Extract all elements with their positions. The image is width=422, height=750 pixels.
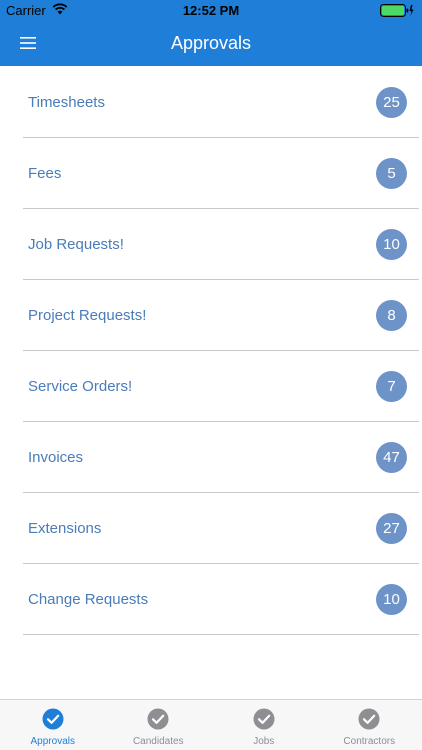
list-item-extensions[interactable]: Extensions 27 — [23, 493, 419, 564]
tab-candidates[interactable]: Candidates — [106, 700, 212, 750]
count-badge: 10 — [376, 584, 407, 615]
count-badge: 10 — [376, 229, 407, 260]
tab-approvals[interactable]: Approvals — [0, 700, 106, 750]
menu-button[interactable] — [14, 30, 42, 56]
tab-label: Jobs — [253, 736, 275, 747]
list-item-label: Invoices — [28, 448, 84, 466]
count-badge: 8 — [376, 300, 407, 331]
list-item-label: Extensions — [28, 519, 102, 537]
tab-label: Contractors — [343, 736, 396, 747]
list-item-label: Fees — [28, 164, 62, 182]
check-circle-icon — [42, 708, 64, 730]
count-badge: 25 — [376, 87, 407, 118]
list-item-job-requests[interactable]: Job Requests! 10 — [23, 209, 419, 280]
list-item-label: Job Requests! — [28, 235, 124, 253]
tab-bar: Approvals Candidates Jobs Contractors — [0, 699, 422, 750]
tab-contractors[interactable]: Contractors — [317, 700, 422, 750]
tab-label: Candidates — [132, 736, 184, 747]
tab-jobs[interactable]: Jobs — [211, 700, 317, 750]
count-badge: 27 — [376, 513, 407, 544]
list-item-label: Project Requests! — [28, 306, 147, 324]
check-circle-icon — [358, 708, 380, 730]
tab-label: Approvals — [30, 736, 75, 747]
list-item-change-requests[interactable]: Change Requests 10 — [23, 564, 419, 635]
list-item-timesheets[interactable]: Timesheets 25 — [23, 67, 419, 138]
list-item-project-requests[interactable]: Project Requests! 8 — [23, 280, 419, 351]
list-item-label: Change Requests — [28, 590, 149, 608]
check-circle-icon — [147, 708, 169, 730]
battery-icon — [380, 4, 414, 17]
list-item-fees[interactable]: Fees 5 — [23, 138, 419, 209]
page-title: Approvals — [170, 33, 252, 53]
list-item-invoices[interactable]: Invoices 47 — [23, 422, 419, 493]
count-badge: 47 — [376, 442, 407, 473]
status-bar: Carrier 12:52 PM — [0, 0, 422, 20]
count-badge: 5 — [376, 158, 407, 189]
list-item-service-orders[interactable]: Service Orders! 7 — [23, 351, 419, 422]
check-circle-icon — [253, 708, 275, 730]
count-badge: 7 — [376, 371, 407, 402]
status-time: 12:52 PM — [182, 3, 240, 18]
hamburger-menu-icon — [20, 37, 36, 49]
navigation-bar: Approvals — [0, 20, 422, 66]
approvals-list: Timesheets 25 Fees 5 Job Requests! 10 Pr… — [23, 67, 419, 635]
list-item-label: Timesheets — [28, 93, 105, 111]
list-item-label: Service Orders! — [28, 377, 133, 395]
